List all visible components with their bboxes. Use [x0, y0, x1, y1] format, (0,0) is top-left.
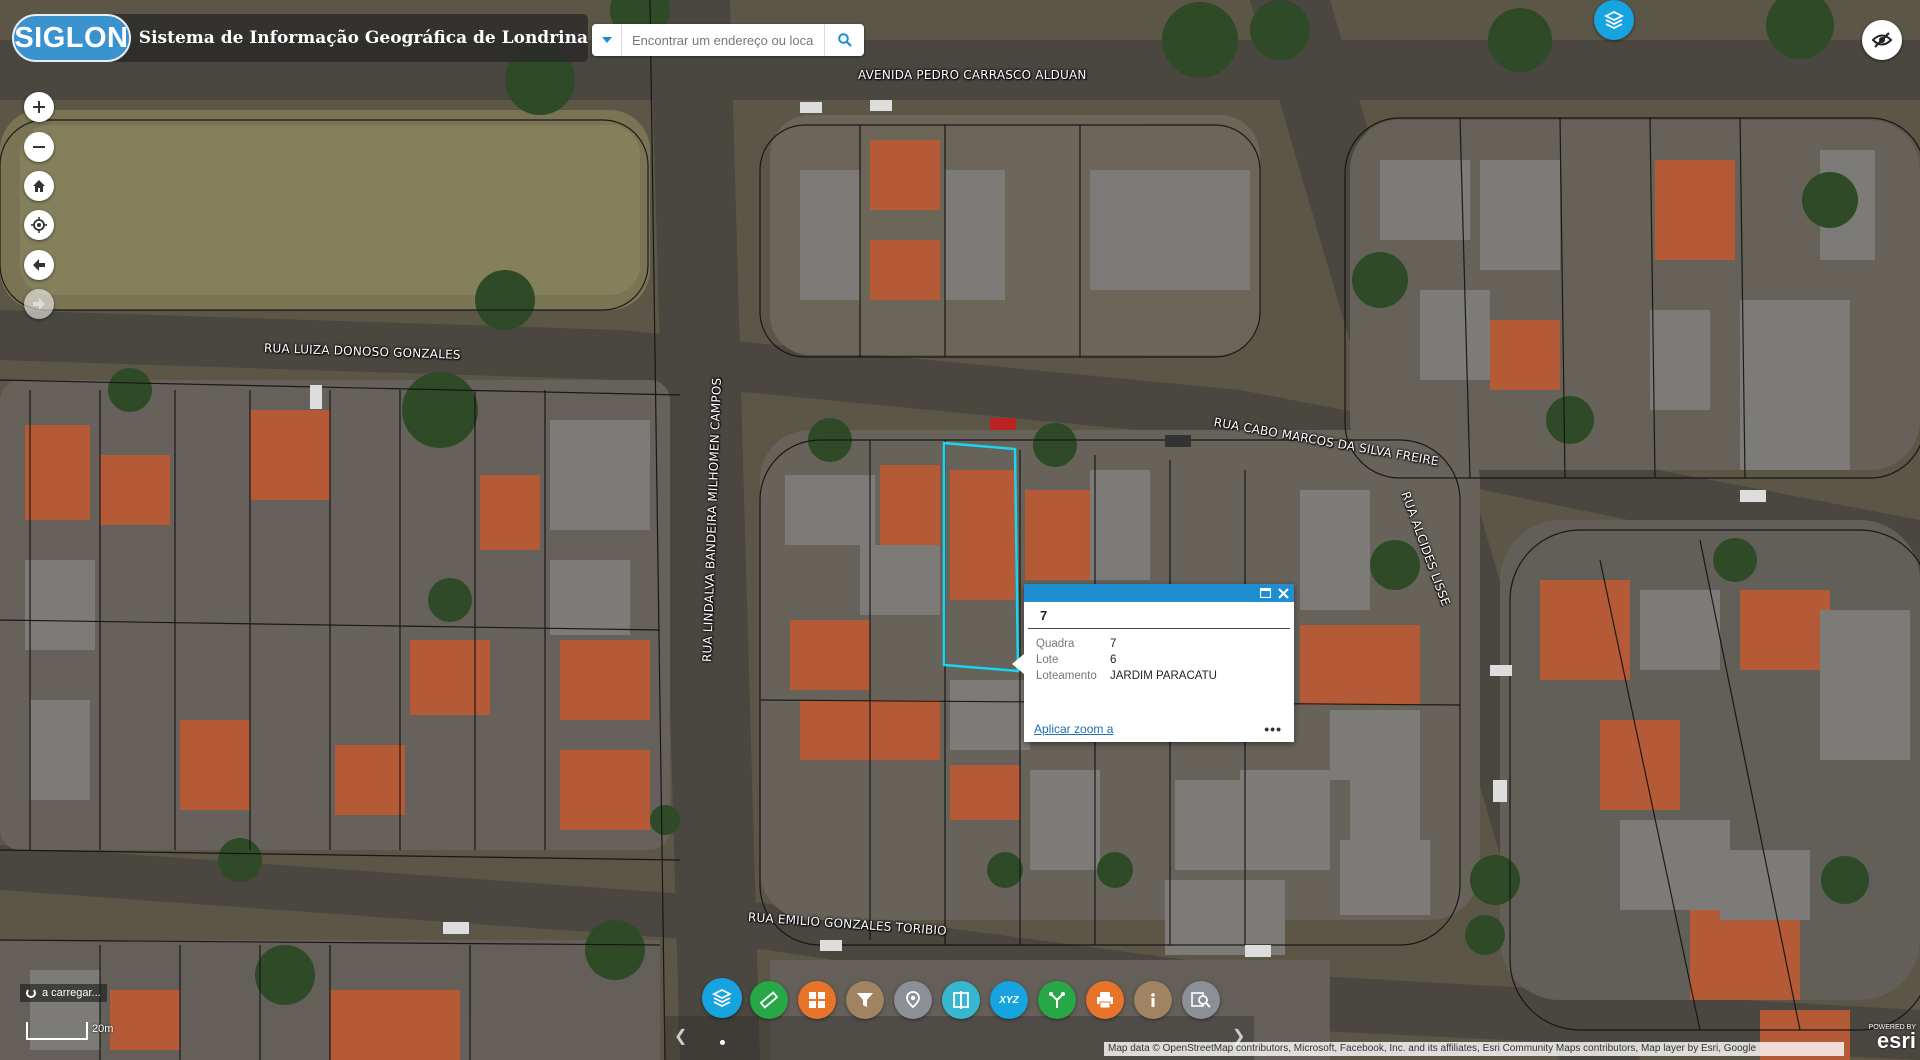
popup-attributes: Quadra 7 Lote 6 Loteamento JARDIM PARACA…	[1036, 637, 1217, 685]
search-source-dropdown[interactable]	[592, 24, 622, 56]
popup-close-button[interactable]	[1276, 586, 1290, 600]
next-extent-button[interactable]	[24, 289, 54, 319]
spinner-icon	[26, 988, 36, 998]
app-header: SIGLON Sistema de Informação Geográfica …	[12, 14, 588, 62]
crosshair-icon	[31, 217, 47, 233]
zoom-in-button[interactable]	[24, 92, 54, 122]
street-label-avenida: AVENIDA PEDRO CARRASCO ALDUAN	[858, 68, 1087, 82]
arrow-right-icon	[33, 298, 45, 310]
location-icon	[906, 991, 920, 1009]
popup-title: 7	[1028, 602, 1290, 629]
share-tool[interactable]	[1038, 981, 1076, 1019]
attribute-key: Loteamento	[1036, 670, 1097, 682]
map-view[interactable]: AVENIDA PEDRO CARRASCO ALDUAN RUA LUIZA …	[0, 0, 1920, 1060]
scale-bar	[26, 1022, 88, 1040]
filter-icon	[857, 993, 873, 1007]
query-tool[interactable]	[1182, 981, 1220, 1019]
toggle-visibility-button[interactable]	[1862, 20, 1902, 60]
xyz-icon: XYZ	[999, 994, 1019, 1006]
home-button[interactable]	[24, 171, 54, 201]
print-tool[interactable]	[1086, 981, 1124, 1019]
layers-tool[interactable]	[702, 978, 742, 1018]
query-icon	[1191, 992, 1211, 1008]
attribute-row: Loteamento JARDIM PARACATU	[1036, 669, 1217, 685]
search-bar	[592, 24, 864, 56]
measure-tool[interactable]	[750, 981, 788, 1019]
locate-button[interactable]	[24, 210, 54, 240]
minus-icon	[33, 146, 45, 148]
swipe-tool[interactable]	[942, 981, 980, 1019]
active-tool-indicator	[720, 1040, 725, 1045]
attribute-value: JARDIM PARACATU	[1110, 670, 1217, 682]
arrow-left-icon	[33, 259, 45, 271]
popup-pointer	[1012, 654, 1024, 674]
location-tool[interactable]	[894, 981, 932, 1019]
zoom-out-button[interactable]	[24, 132, 54, 162]
search-button[interactable]	[824, 24, 864, 56]
attribute-value: 7	[1110, 638, 1117, 650]
layer-list-button[interactable]	[1594, 0, 1634, 40]
layers-icon	[1604, 10, 1624, 30]
search-icon	[837, 33, 852, 47]
eye-off-icon	[1871, 32, 1893, 48]
toolbar-prev-button[interactable]: ❮	[674, 1026, 687, 1046]
about-tool[interactable]	[1134, 981, 1172, 1019]
info-icon	[1151, 993, 1155, 1007]
more-actions-button[interactable]: •••	[1264, 721, 1282, 737]
previous-extent-button[interactable]	[24, 250, 54, 280]
loading-text: a carregar...	[42, 987, 101, 999]
ruler-icon	[759, 991, 779, 1009]
caret-down-icon	[601, 37, 612, 43]
popup-footer: Aplicar zoom a •••	[1034, 720, 1282, 738]
close-icon	[1277, 587, 1289, 599]
siglon-logo[interactable]: SIGLON	[12, 14, 131, 62]
zoom-to-link[interactable]: Aplicar zoom a	[1034, 722, 1113, 736]
coordinate-tool[interactable]: XYZ	[990, 981, 1028, 1019]
plus-icon	[33, 101, 45, 113]
swipe-icon	[953, 991, 969, 1009]
filter-tool[interactable]	[846, 981, 884, 1019]
esri-logo[interactable]: POWERED BY esri	[1852, 1024, 1916, 1053]
attribute-key: Lote	[1036, 654, 1059, 666]
share-icon	[1049, 992, 1065, 1008]
attribute-value: 6	[1110, 654, 1117, 666]
home-icon	[33, 180, 45, 192]
printer-icon	[1097, 992, 1113, 1009]
layers-icon	[712, 988, 732, 1008]
attribute-row: Quadra 7	[1036, 637, 1217, 653]
scale-label: 20m	[92, 1023, 114, 1035]
attribute-row: Lote 6	[1036, 653, 1217, 669]
loading-indicator: a carregar...	[20, 984, 107, 1002]
search-input[interactable]	[622, 25, 824, 55]
app-title: Sistema de Informação Geográfica de Lond…	[138, 28, 588, 48]
satellite-imagery	[0, 0, 1920, 1060]
map-attribution[interactable]: Map data © OpenStreetMap contributors, M…	[1104, 1042, 1844, 1056]
maximize-icon	[1259, 588, 1271, 598]
popup-header	[1024, 584, 1294, 602]
popup-maximize-button[interactable]	[1258, 586, 1272, 600]
basemap-tool[interactable]	[798, 981, 836, 1019]
grid-icon	[809, 992, 825, 1008]
feature-popup: 7 Quadra 7 Lote 6 Loteamento JARDIM PARA…	[1012, 584, 1294, 742]
attribute-key: Quadra	[1036, 638, 1075, 650]
esri-brand: esri	[1876, 1028, 1916, 1053]
